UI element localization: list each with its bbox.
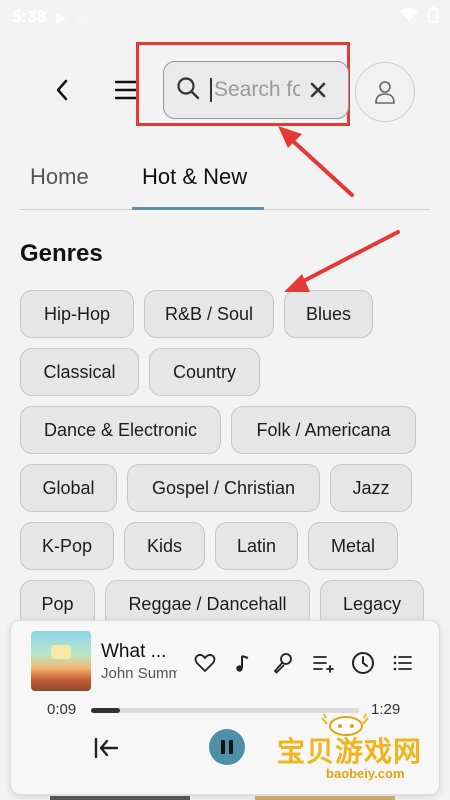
profile-button[interactable] [355, 62, 415, 122]
search-icon [176, 76, 200, 105]
status-time: 5:38 [12, 7, 47, 26]
sing-button[interactable] [269, 649, 297, 677]
music-note-icon [236, 655, 249, 672]
genre-chip[interactable]: Global [20, 464, 117, 512]
genre-chip[interactable]: K-Pop [20, 522, 114, 570]
microphone-icon [273, 653, 292, 674]
link-status-icon: ⇔ [74, 9, 89, 25]
genre-chip[interactable]: Blues [284, 290, 373, 338]
watermark-text: 宝贝游戏网 [277, 736, 423, 767]
genre-chip[interactable]: Dance & Electronic [20, 406, 221, 454]
genre-chip[interactable]: Folk / Americana [231, 406, 416, 454]
search-box[interactable] [163, 61, 349, 119]
genre-chip[interactable]: Country [149, 348, 260, 396]
tab-home[interactable]: Home [30, 164, 89, 190]
clock-icon [352, 652, 374, 674]
like-button[interactable] [191, 649, 219, 677]
song-artist: John Summ [101, 665, 177, 682]
tab-bar: Home Hot & New [20, 150, 430, 210]
genre-chip[interactable]: Metal [308, 522, 398, 570]
active-tab-indicator [132, 207, 264, 210]
wifi-icon [400, 7, 418, 27]
previous-track-button[interactable] [89, 731, 123, 765]
genre-chip[interactable]: Jazz [330, 464, 412, 512]
lyrics-button[interactable] [229, 649, 257, 677]
progress-fill [91, 708, 121, 713]
genre-chip[interactable]: R&B / Soul [144, 290, 274, 338]
genre-chip[interactable]: Hip-Hop [20, 290, 134, 338]
genre-chip[interactable]: Kids [124, 522, 205, 570]
pause-icon [221, 740, 233, 754]
content-tile-edge [255, 796, 395, 800]
heart-icon [194, 653, 216, 673]
album-art[interactable] [31, 631, 91, 691]
close-icon [310, 82, 326, 98]
playlist-add-icon [313, 656, 334, 673]
genres-heading: Genres [20, 240, 103, 267]
pause-button[interactable] [209, 729, 245, 765]
search-input[interactable] [210, 78, 300, 102]
user-icon [375, 81, 395, 104]
genre-chip[interactable]: Latin [215, 522, 298, 570]
watermark-url: baobeiy.com [326, 766, 405, 781]
song-title: What ... [101, 641, 167, 662]
status-bar: 5:38 ▶ ⇔ [0, 0, 450, 34]
top-bar [0, 42, 450, 126]
back-button[interactable] [44, 70, 80, 110]
add-to-queue-button[interactable] [309, 649, 337, 677]
sleep-timer-button[interactable] [349, 649, 377, 677]
tab-hot-and-new[interactable]: Hot & New [142, 164, 247, 190]
list-icon [393, 655, 412, 671]
genre-chip[interactable]: Classical [20, 348, 139, 396]
battery-icon [428, 6, 438, 28]
current-time: 0:09 [47, 701, 77, 718]
skip-previous-icon [94, 737, 119, 759]
play-status-icon: ▶ [56, 8, 67, 25]
queue-button[interactable] [389, 649, 417, 677]
chevron-left-icon [56, 79, 68, 101]
genre-chip[interactable]: Gospel / Christian [127, 464, 320, 512]
content-tile-edge [50, 796, 190, 800]
clear-search-button[interactable] [306, 78, 330, 102]
